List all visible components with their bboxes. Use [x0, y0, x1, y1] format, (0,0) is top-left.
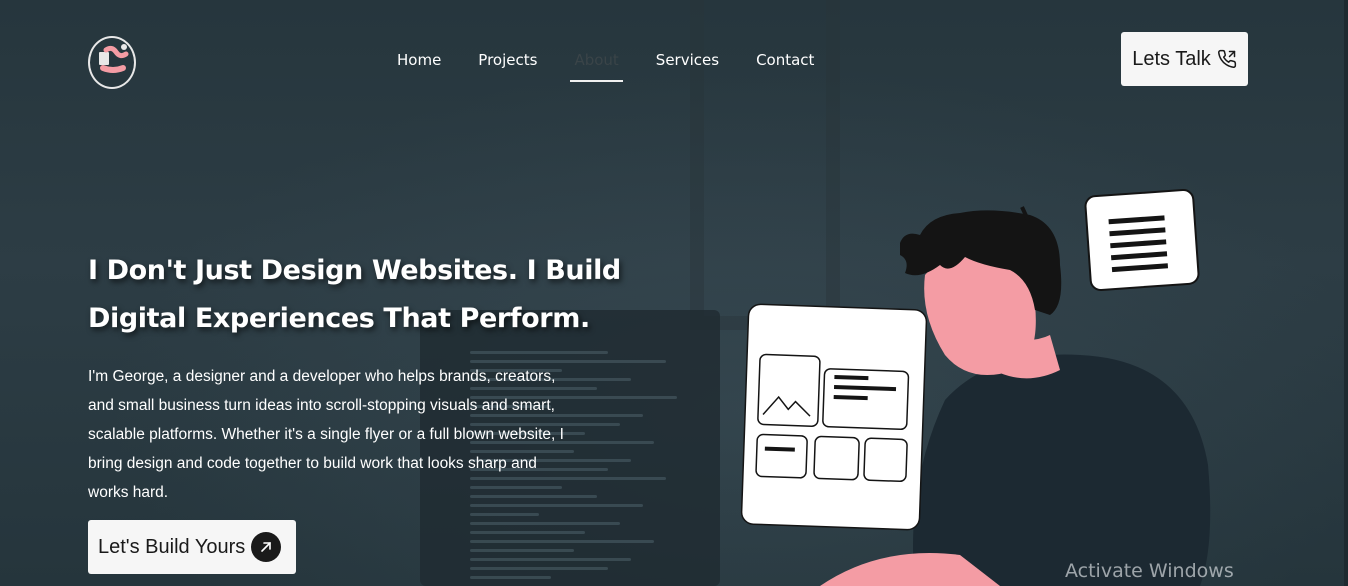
scrollbar-track[interactable] — [1344, 0, 1348, 586]
nav-services[interactable]: Services — [656, 51, 719, 75]
activate-windows-watermark: Activate Windows — [1065, 560, 1234, 582]
lets-talk-label: Lets Talk — [1132, 47, 1211, 70]
nav-about[interactable]: About — [570, 51, 624, 82]
headline-line-2: Digital Experiences That Perform. — [88, 303, 590, 334]
nav-contact[interactable]: Contact — [756, 51, 814, 75]
main-nav: Home Projects About Services Contact — [397, 51, 851, 82]
bio-line: I'm George, a designer and a developer w… — [88, 368, 556, 385]
nav-home[interactable]: Home — [397, 51, 441, 75]
hero-bio: I'm George, a designer and a developer w… — [88, 362, 628, 507]
phone-call-icon — [1217, 49, 1236, 68]
bio-line: and small business turn ideas into scrol… — [88, 397, 555, 414]
bio-line: bring design and code together to build … — [88, 455, 537, 472]
designer-illustration — [740, 189, 1211, 586]
lets-build-yours-label: Let's Build Yours — [98, 535, 246, 558]
lets-talk-button[interactable]: Lets Talk — [1121, 32, 1248, 86]
logo-avatar-icon[interactable] — [88, 36, 136, 89]
lets-build-yours-button[interactable]: Let's Build Yours — [88, 520, 296, 574]
bio-line: works hard. — [88, 484, 169, 501]
nav-projects[interactable]: Projects — [478, 51, 537, 75]
hero-headline: I Don't Just Design Websites. I Build Di… — [88, 247, 688, 343]
bio-line: scalable platforms. Whether it's a singl… — [88, 426, 564, 443]
arrow-up-right-icon — [251, 532, 282, 562]
headline-line-1: I Don't Just Design Websites. I Build — [88, 255, 621, 286]
